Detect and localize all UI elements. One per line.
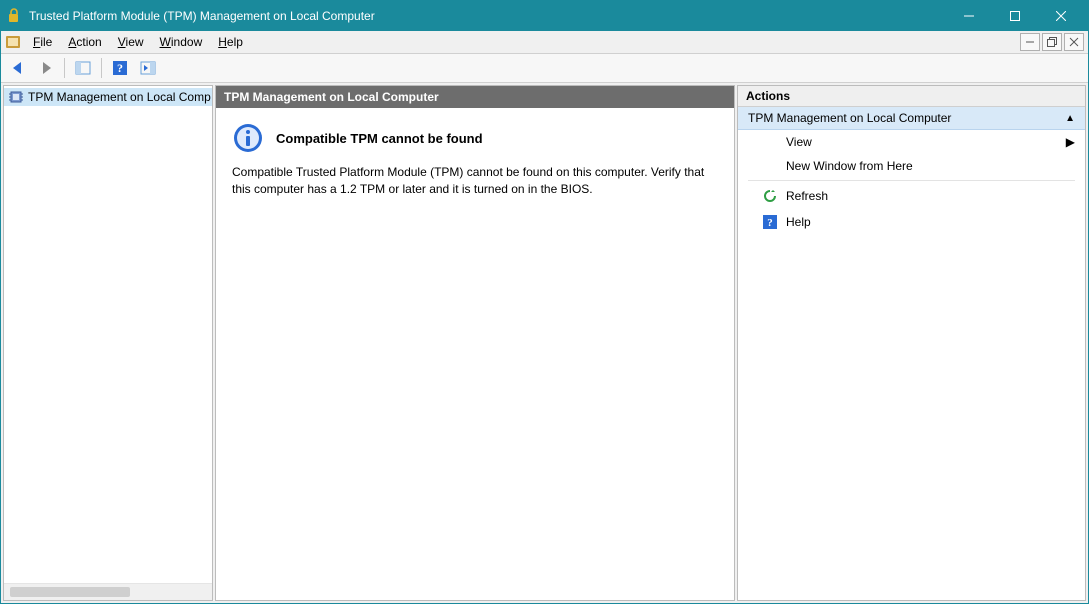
- mdi-close-button[interactable]: [1064, 33, 1084, 51]
- menu-file[interactable]: File: [25, 33, 60, 51]
- mdi-restore-button[interactable]: [1042, 33, 1062, 51]
- refresh-icon: [762, 188, 778, 204]
- tpm-chip-icon: [8, 89, 24, 105]
- window-title: Trusted Platform Module (TPM) Management…: [29, 9, 946, 23]
- maximize-button[interactable]: [992, 1, 1038, 31]
- collapse-icon: ▲: [1065, 113, 1075, 124]
- menu-view[interactable]: View: [110, 33, 152, 51]
- menu-action[interactable]: Action: [60, 33, 109, 51]
- message-body: Compatible Trusted Platform Module (TPM)…: [232, 164, 718, 198]
- tree-node-label: TPM Management on Local Comp: [28, 90, 211, 104]
- window-controls: [946, 1, 1084, 31]
- action-refresh-label: Refresh: [786, 189, 828, 203]
- svg-text:?: ?: [117, 61, 123, 75]
- action-new-window-label: New Window from Here: [786, 159, 913, 173]
- actions-header: Actions: [738, 86, 1085, 107]
- mmc-icon: [5, 34, 21, 50]
- mdi-minimize-button[interactable]: [1020, 33, 1040, 51]
- center-content: Compatible TPM cannot be found Compatibl…: [216, 108, 734, 600]
- show-hide-tree-button[interactable]: [70, 55, 96, 81]
- horizontal-scrollbar[interactable]: [4, 583, 212, 600]
- app-window: Trusted Platform Module (TPM) Management…: [0, 0, 1089, 604]
- tree-node-tpm[interactable]: TPM Management on Local Comp: [4, 88, 212, 106]
- help-button[interactable]: ?: [107, 55, 133, 81]
- minimize-button[interactable]: [946, 1, 992, 31]
- message-header: Compatible TPM cannot be found: [232, 122, 718, 154]
- close-button[interactable]: [1038, 1, 1084, 31]
- titlebar: Trusted Platform Module (TPM) Management…: [1, 1, 1088, 31]
- body: TPM Management on Local Comp TPM Managem…: [1, 83, 1088, 603]
- center-header: TPM Management on Local Computer: [216, 86, 734, 108]
- action-new-window[interactable]: New Window from Here: [738, 154, 1085, 178]
- action-help[interactable]: ? Help: [738, 209, 1085, 235]
- toolbar-separator: [64, 58, 65, 78]
- center-pane: TPM Management on Local Computer Compati…: [215, 85, 735, 601]
- action-separator: [748, 180, 1075, 181]
- toolbar-separator: [101, 58, 102, 78]
- back-button[interactable]: [5, 55, 31, 81]
- tree-pane: TPM Management on Local Comp: [3, 85, 213, 601]
- actions-pane: Actions TPM Management on Local Computer…: [737, 85, 1086, 601]
- actions-group-header[interactable]: TPM Management on Local Computer ▲: [738, 107, 1085, 130]
- menubar: File Action View Window Help: [1, 31, 1088, 54]
- action-help-label: Help: [786, 215, 811, 229]
- menu-help[interactable]: Help: [210, 33, 251, 51]
- forward-button[interactable]: [33, 55, 59, 81]
- show-hide-action-pane-button[interactable]: [135, 55, 161, 81]
- action-refresh[interactable]: Refresh: [738, 183, 1085, 209]
- submenu-arrow-icon: ▶: [1066, 135, 1075, 149]
- action-view[interactable]: View ▶: [738, 130, 1085, 154]
- toolbar: ?: [1, 54, 1088, 83]
- tree: TPM Management on Local Comp: [4, 86, 212, 583]
- mdi-controls: [1020, 33, 1084, 51]
- info-icon: [232, 122, 264, 154]
- action-view-label: View: [786, 135, 812, 149]
- help-icon: ?: [762, 214, 778, 230]
- scrollbar-thumb[interactable]: [10, 587, 130, 597]
- tpm-app-icon: [7, 8, 23, 24]
- actions-group-label: TPM Management on Local Computer: [748, 111, 951, 125]
- message-title: Compatible TPM cannot be found: [276, 131, 483, 146]
- menu-window[interactable]: Window: [152, 33, 211, 51]
- svg-text:?: ?: [767, 217, 773, 229]
